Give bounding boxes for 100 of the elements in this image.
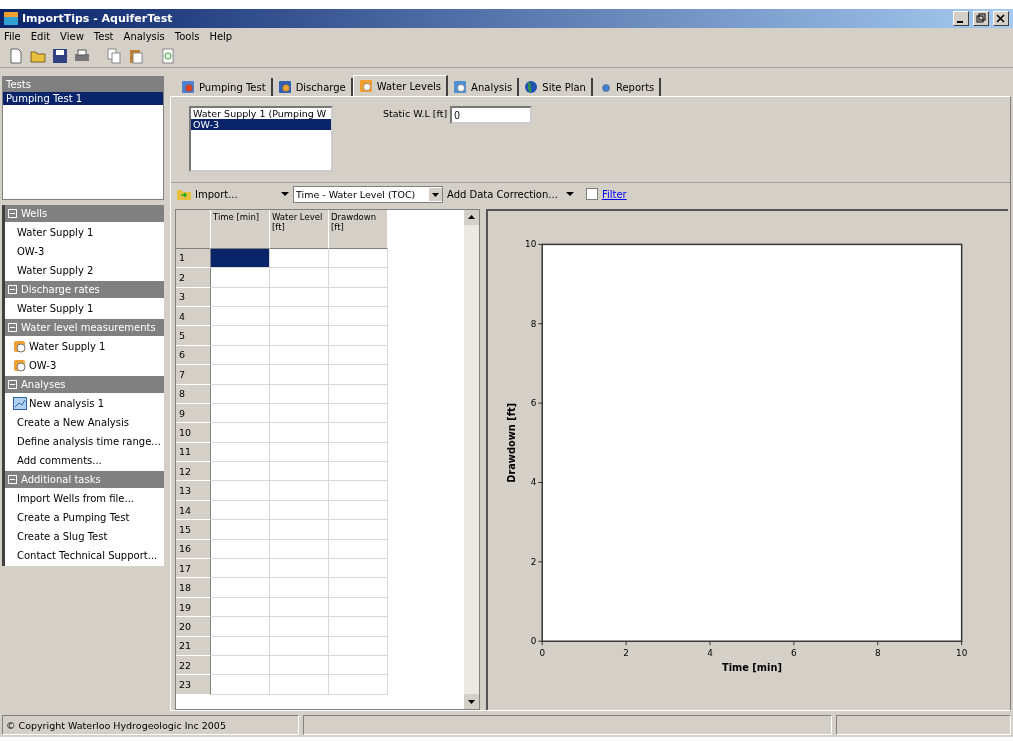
column-header[interactable]: Time [min] xyxy=(211,210,270,249)
table-cell[interactable] xyxy=(329,345,388,366)
collapse-icon[interactable] xyxy=(8,323,17,332)
table-cell[interactable] xyxy=(329,597,388,618)
table-cell[interactable] xyxy=(270,597,329,618)
column-header[interactable]: Drawdown [ft] xyxy=(329,210,388,249)
table-cell[interactable] xyxy=(329,675,388,695)
table-cell[interactable] xyxy=(329,384,388,404)
wells-list[interactable]: Water Supply 1 (Pumping W OW-3 xyxy=(189,106,333,172)
table-cell[interactable] xyxy=(211,442,270,463)
test-item[interactable]: Pumping Test 1 xyxy=(3,92,163,105)
filter-checkbox[interactable] xyxy=(585,188,598,200)
table-cell[interactable] xyxy=(211,617,270,637)
copy-icon[interactable] xyxy=(106,48,122,64)
section-header[interactable]: Water level measurements xyxy=(5,319,164,336)
table-cell[interactable] xyxy=(211,306,270,327)
section-header[interactable]: Wells xyxy=(5,205,164,222)
refresh-icon[interactable] xyxy=(160,48,176,64)
menu-item[interactable]: Analysis xyxy=(123,31,165,42)
task-item[interactable]: Add comments... xyxy=(5,451,164,470)
table-cell[interactable] xyxy=(211,539,270,560)
task-item[interactable]: OW-3 xyxy=(5,356,164,375)
table-cell[interactable] xyxy=(211,481,270,501)
table-cell[interactable] xyxy=(270,520,329,540)
table-cell[interactable] xyxy=(329,559,388,579)
task-item[interactable]: Water Supply 1 xyxy=(5,337,164,356)
row-header[interactable]: 5 xyxy=(176,326,211,346)
scroll-up-button[interactable] xyxy=(464,210,479,225)
section-header[interactable]: Additional tasks xyxy=(5,471,164,488)
tab[interactable]: Water Levels xyxy=(352,75,449,96)
table-cell[interactable] xyxy=(270,481,329,501)
table-cell[interactable] xyxy=(270,306,329,327)
task-item[interactable]: OW-3 xyxy=(5,242,164,261)
table-cell[interactable] xyxy=(270,675,329,695)
table-cell[interactable] xyxy=(329,481,388,501)
table-cell[interactable] xyxy=(329,365,388,385)
task-item[interactable]: New analysis 1 xyxy=(5,394,164,413)
table-cell[interactable] xyxy=(329,423,388,443)
table-cell[interactable] xyxy=(211,559,270,579)
table-cell[interactable] xyxy=(270,326,329,346)
static-wl-field[interactable]: 0 xyxy=(450,106,533,124)
menu-item[interactable]: Test xyxy=(93,31,114,42)
list-item[interactable]: OW-3 xyxy=(191,119,331,130)
collapse-icon[interactable] xyxy=(8,209,17,218)
import-button[interactable]: Import... xyxy=(177,188,277,200)
table-cell[interactable] xyxy=(211,365,270,385)
row-header[interactable]: 15 xyxy=(176,520,211,540)
table-cell[interactable] xyxy=(329,306,388,327)
table-cell[interactable] xyxy=(329,578,388,598)
task-item[interactable]: Water Supply 1 xyxy=(5,223,164,242)
table-cell[interactable] xyxy=(270,345,329,366)
open-folder-icon[interactable] xyxy=(30,48,46,64)
row-header[interactable]: 12 xyxy=(176,462,211,482)
paste-icon[interactable] xyxy=(128,48,144,64)
table-cell[interactable] xyxy=(329,636,388,656)
table-cell[interactable] xyxy=(270,423,329,443)
section-header[interactable]: Discharge rates xyxy=(5,281,164,298)
collapse-icon[interactable] xyxy=(8,380,17,389)
table-cell[interactable] xyxy=(329,520,388,540)
table-cell[interactable] xyxy=(329,268,388,288)
restore-button[interactable] xyxy=(973,11,989,26)
table-cell[interactable] xyxy=(329,462,388,482)
table-cell[interactable] xyxy=(211,326,270,346)
section-header[interactable]: Analyses xyxy=(5,376,164,393)
save-icon[interactable] xyxy=(52,48,68,64)
collapse-icon[interactable] xyxy=(8,475,17,484)
task-item[interactable]: Import Wells from file... xyxy=(5,489,164,508)
task-item[interactable]: Contact Technical Support... xyxy=(5,546,164,565)
table-cell[interactable] xyxy=(211,520,270,540)
task-item[interactable]: Create a Slug Test xyxy=(5,527,164,546)
table-cell[interactable] xyxy=(211,403,270,424)
table-cell[interactable] xyxy=(270,442,329,463)
table-cell[interactable] xyxy=(211,636,270,656)
table-cell[interactable] xyxy=(270,636,329,656)
menu-item[interactable]: Help xyxy=(209,31,233,42)
table-cell[interactable] xyxy=(329,326,388,346)
row-header[interactable]: 10 xyxy=(176,423,211,443)
table-cell[interactable] xyxy=(270,559,329,579)
table-cell[interactable] xyxy=(329,403,388,424)
row-header[interactable]: 13 xyxy=(176,481,211,501)
table-cell[interactable] xyxy=(329,248,388,269)
table-cell[interactable] xyxy=(270,403,329,424)
task-item[interactable]: Create a Pumping Test xyxy=(5,508,164,527)
table-cell[interactable] xyxy=(270,578,329,598)
printer-icon[interactable] xyxy=(74,48,90,64)
table-cell[interactable] xyxy=(329,539,388,560)
table-cell[interactable] xyxy=(211,268,270,288)
table-cell[interactable] xyxy=(270,384,329,404)
table-cell[interactable] xyxy=(329,500,388,521)
row-header[interactable]: 23 xyxy=(176,675,211,695)
column-header[interactable]: Water Level [ft] xyxy=(270,210,329,249)
table-cell[interactable] xyxy=(211,578,270,598)
table-cell[interactable] xyxy=(211,675,270,695)
table-cell[interactable] xyxy=(270,462,329,482)
minimize-button[interactable] xyxy=(953,11,969,26)
table-cell[interactable] xyxy=(211,345,270,366)
row-header[interactable]: 20 xyxy=(176,617,211,637)
task-item[interactable]: Create a New Analysis xyxy=(5,413,164,432)
close-button[interactable] xyxy=(993,11,1009,26)
table-cell[interactable] xyxy=(270,539,329,560)
